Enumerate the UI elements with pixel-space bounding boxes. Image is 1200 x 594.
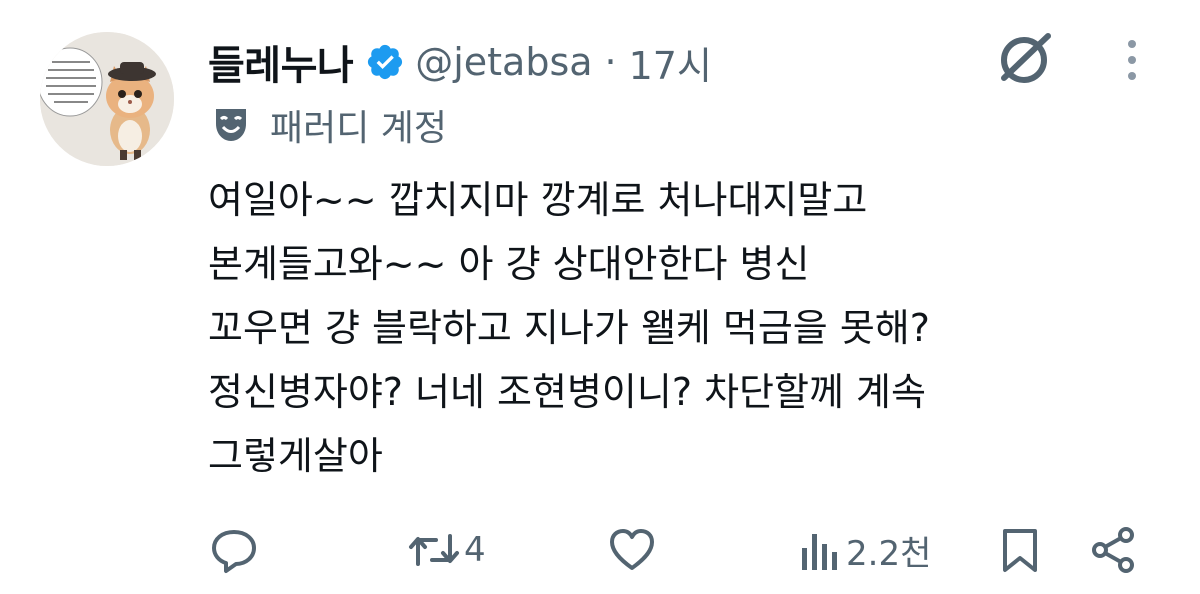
avatar[interactable] bbox=[40, 32, 174, 166]
repost-count: 4 bbox=[464, 530, 486, 570]
views-icon bbox=[802, 534, 837, 570]
repost-button[interactable]: 4 bbox=[408, 520, 486, 580]
post-timestamp[interactable]: 17시 bbox=[629, 35, 712, 90]
author-handle[interactable]: @jetabsa bbox=[415, 40, 592, 84]
cat-avatar-image bbox=[40, 32, 174, 166]
share-button[interactable] bbox=[1090, 520, 1136, 580]
verified-badge-icon[interactable] bbox=[365, 42, 405, 82]
like-button[interactable] bbox=[608, 520, 656, 580]
action-bar: 4 2.2천 bbox=[0, 520, 1200, 580]
grok-icon[interactable] bbox=[994, 30, 1058, 86]
heart-icon bbox=[610, 529, 654, 570]
reply-button[interactable] bbox=[210, 520, 258, 580]
repost-icon bbox=[409, 534, 459, 566]
more-options-icon[interactable] bbox=[1120, 38, 1144, 82]
post-text-line: 꼬우면 걍 블락하고 지나가 왤케 먹금을 못해? bbox=[208, 306, 930, 350]
parody-account-text: 패러디 계정 bbox=[270, 108, 448, 149]
views-button[interactable]: 2.2천 bbox=[800, 520, 931, 580]
post-text: 여일아~~ 깝치지마 깡계로 처나대지말고 본계들고와~~ 아 걍 상대안한다 … bbox=[208, 168, 1108, 488]
post-text-line: 본계들고와~~ 아 걍 상대안한다 병신 bbox=[208, 242, 810, 286]
post-header: 들레누나 @jetabsa · 17시 bbox=[208, 30, 712, 94]
post-text-line: 여일아~~ 깝치지마 깡계로 처나대지말고 bbox=[208, 178, 868, 222]
parody-account-label: 패러디 계정 bbox=[212, 102, 448, 149]
share-icon bbox=[1092, 527, 1134, 573]
separator-dot: · bbox=[604, 40, 617, 84]
theater-mask-icon bbox=[212, 106, 250, 144]
display-name[interactable]: 들레누나 bbox=[208, 33, 354, 91]
bookmark-button[interactable] bbox=[1000, 520, 1040, 580]
reply-icon bbox=[212, 530, 256, 573]
post-text-line: 그렇게살아 bbox=[208, 434, 383, 478]
post-text-line: 정신병자야? 너네 조현병이니? 차단할께 계속 bbox=[208, 370, 926, 414]
bookmark-icon bbox=[1003, 529, 1037, 572]
views-count: 2.2천 bbox=[846, 533, 932, 574]
